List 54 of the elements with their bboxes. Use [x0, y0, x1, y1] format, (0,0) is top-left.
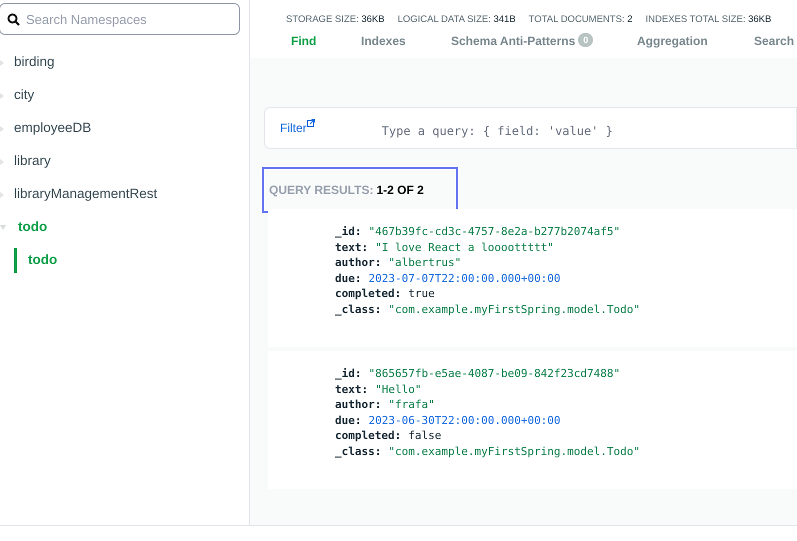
external-link-icon [306, 119, 315, 127]
field-value: 2023-07-07T22:00:00.000+00:00 [368, 270, 561, 286]
stat-text: LOGICAL DATA SIZE: 341B [398, 13, 516, 27]
tab[interactable]: Search [743, 32, 797, 58]
field-value: 2023-06-30T22:00:00.000+00:00 [368, 412, 561, 428]
field-value: "albertrus" [388, 255, 462, 271]
field-key: due: [335, 270, 362, 286]
search-field[interactable]: Search Namespaces [0, 3, 240, 35]
stat-text: TOTAL DOCUMENTS: 2 [528, 13, 632, 27]
search-icon [7, 13, 20, 26]
stat-text: INDEXES TOTAL SIZE: 36KB [646, 13, 772, 27]
tab[interactable]: Indexes [350, 32, 440, 58]
caret-icon[interactable] [0, 190, 6, 198]
caret-icon[interactable] [0, 124, 6, 132]
field-key: author: [335, 255, 382, 271]
database-item[interactable]: todo [18, 217, 48, 238]
field-value: "com.example.myFirstSpring.model.Todo" [388, 302, 640, 318]
results-label: QUERY RESULTS: [269, 182, 374, 199]
database-item[interactable]: employeeDB [14, 118, 92, 139]
stat-text: STORAGE SIZE: 36KB [286, 13, 385, 27]
database-item[interactable]: birding [14, 52, 55, 73]
field-key: completed: [335, 286, 402, 302]
database-item[interactable]: city [14, 85, 34, 106]
field-value: "I love React a loooottttt" [375, 240, 554, 256]
field-value: "467b39fc-cd3c-4757-8e2a-b277b2074af5" [368, 224, 620, 240]
query-field[interactable]: Type a query: { field: 'value' } [382, 122, 682, 140]
results-count: 1-2 OF 2 [376, 182, 424, 199]
field-key: _class: [335, 302, 382, 318]
caret-icon[interactable] [0, 92, 6, 100]
field-key: _id: [335, 224, 362, 240]
field-value: false [408, 428, 442, 444]
caret-icon[interactable] [0, 224, 6, 232]
caret-icon[interactable] [0, 158, 6, 166]
field-value: "865657fb-e5ae-4087-be09-842f23cd7488" [368, 366, 620, 382]
database-item[interactable]: libraryManagementRest [14, 184, 158, 205]
tab[interactable]: Find [280, 32, 350, 58]
collection-item[interactable]: todo [14, 248, 58, 273]
database-item[interactable]: library [14, 151, 51, 172]
field-value: "com.example.myFirstSpring.model.Todo" [388, 444, 640, 460]
filter-link[interactable]: Filter [280, 119, 307, 137]
field-key: due: [335, 412, 362, 428]
field-key: _class: [335, 444, 382, 460]
caret-icon[interactable] [0, 58, 6, 66]
tab[interactable]: Aggregation [626, 32, 743, 58]
field-value: "Hello" [375, 382, 422, 398]
count-badge: 0 [578, 33, 594, 47]
field-key: completed: [335, 428, 402, 444]
field-key: author: [335, 397, 382, 413]
field-key: _id: [335, 366, 362, 382]
field-value: "frafa" [388, 397, 435, 413]
tab[interactable]: Schema Anti-Patterns 0 [440, 32, 626, 58]
field-value: true [408, 286, 435, 302]
field-key: text: [335, 382, 368, 398]
field-key: text: [335, 240, 368, 256]
